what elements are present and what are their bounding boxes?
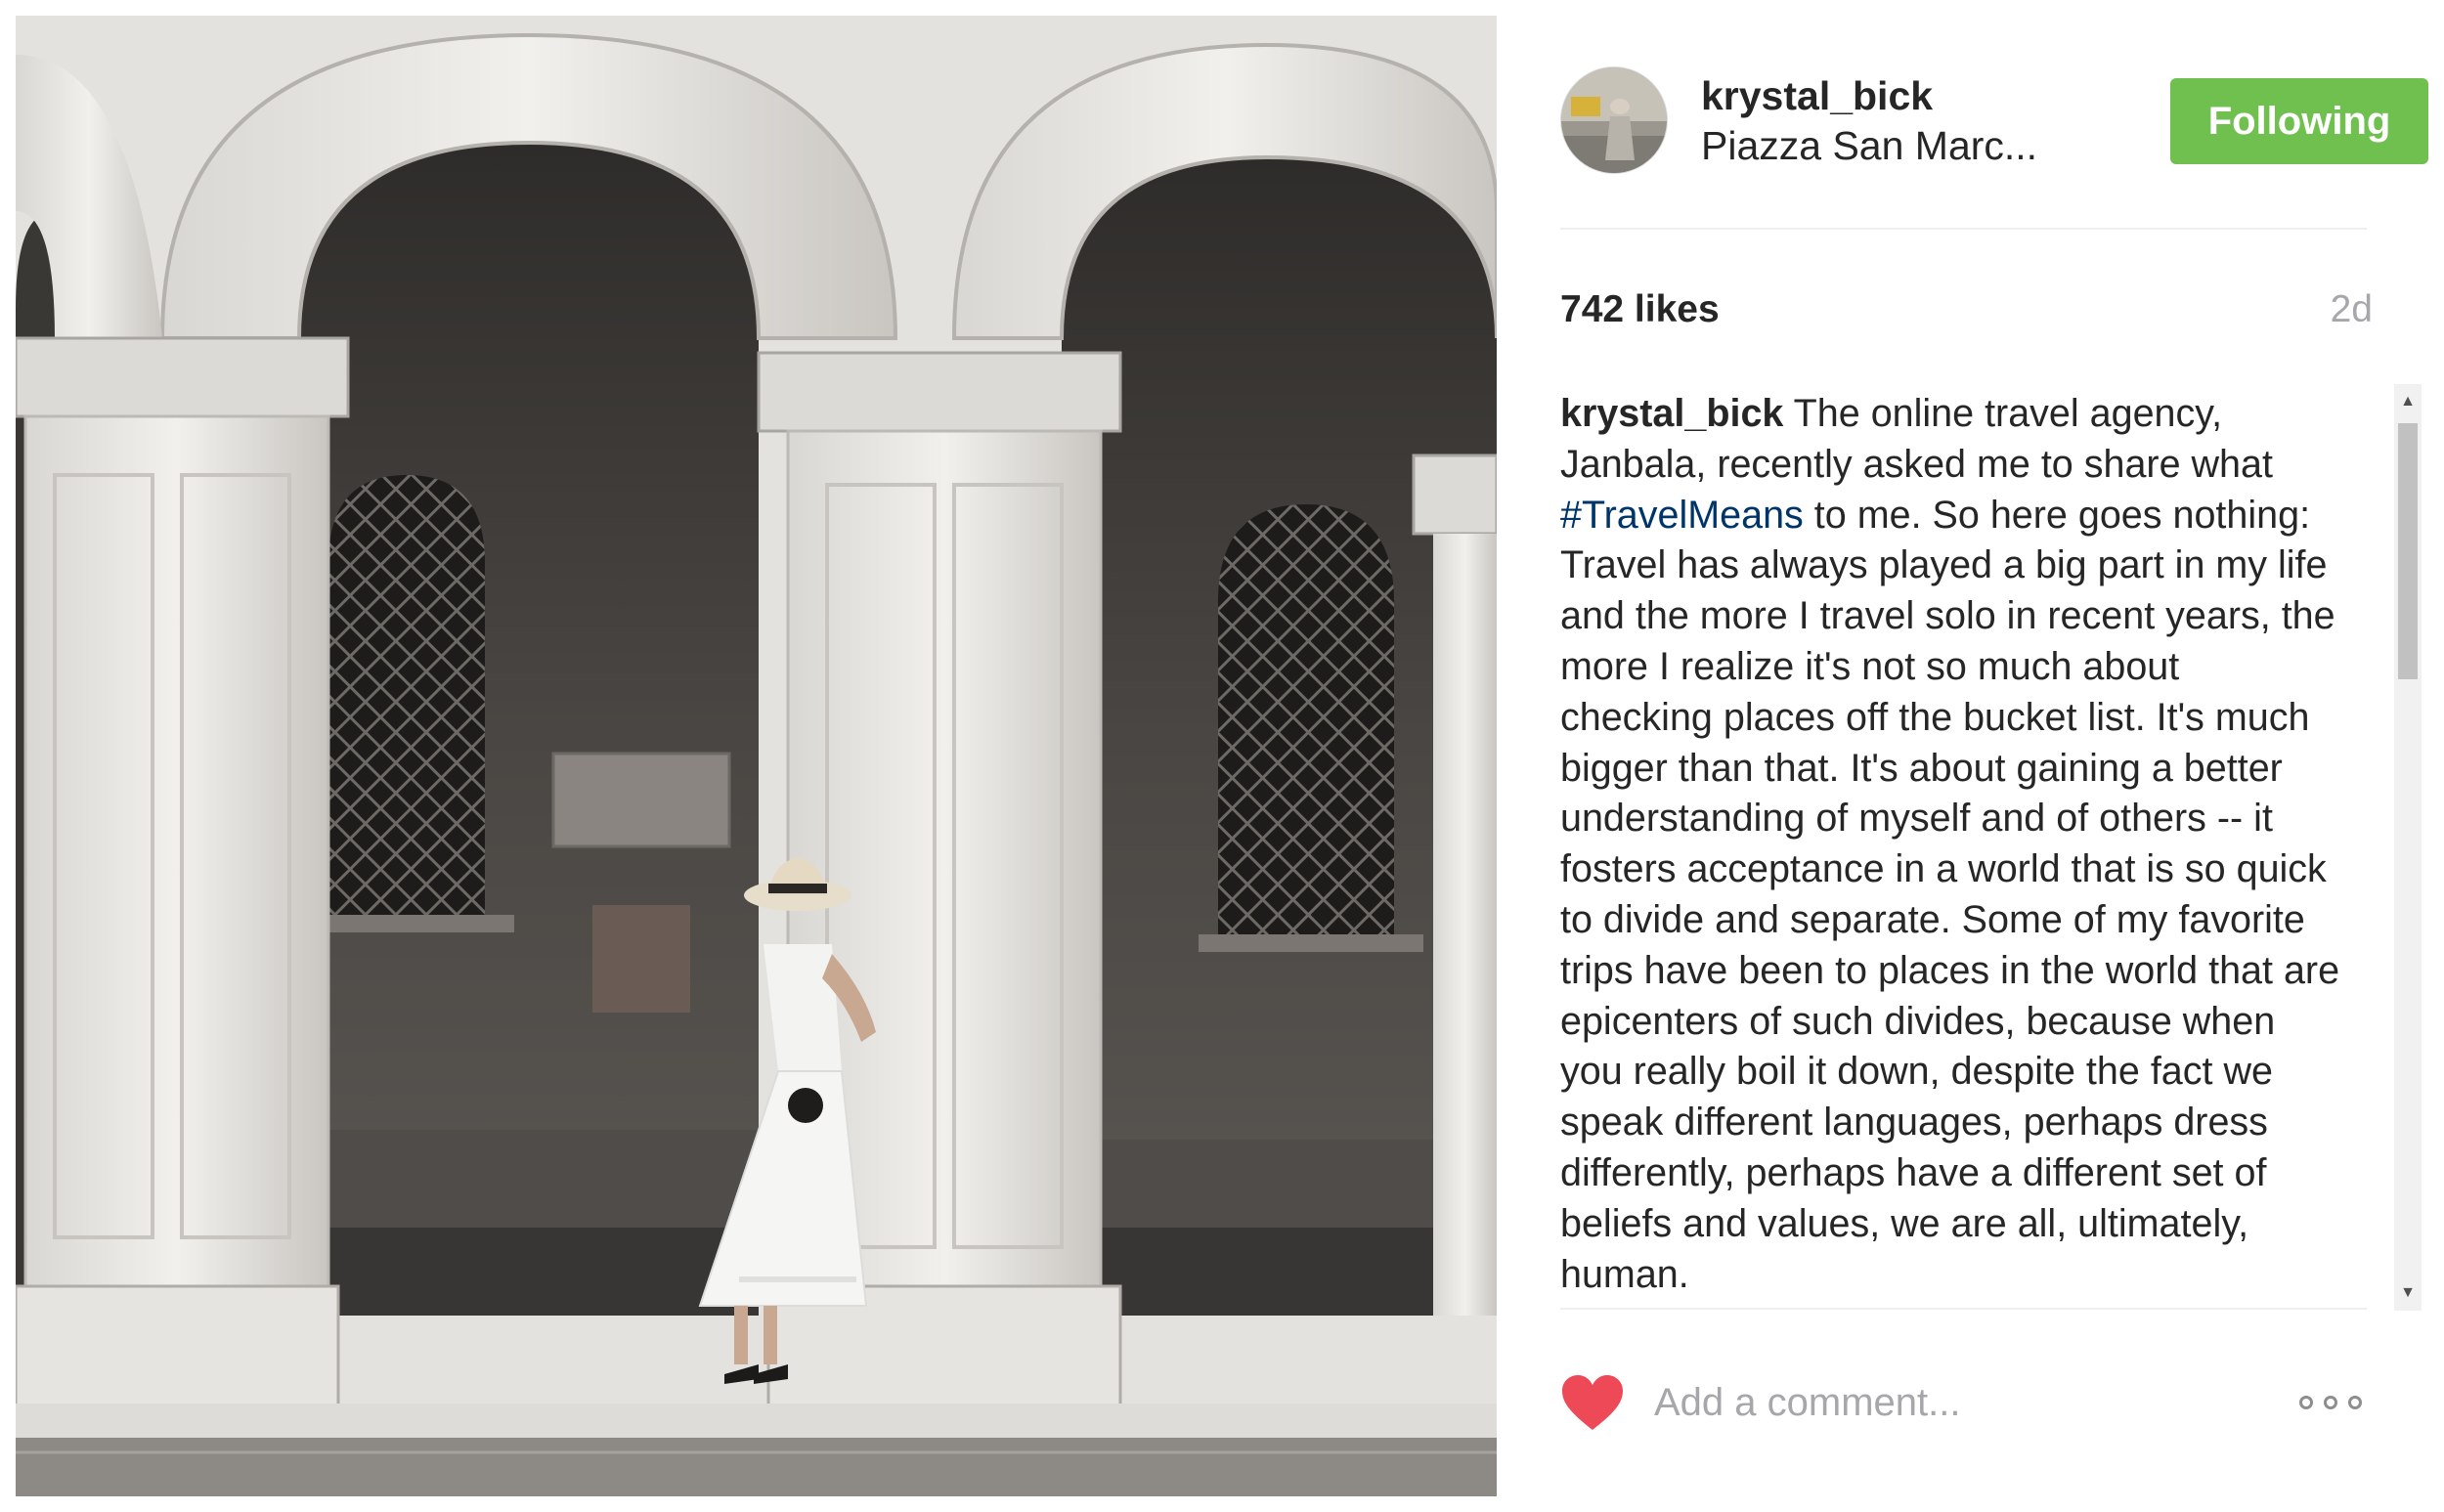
author-username[interactable]: krystal_bick [1701, 70, 2037, 121]
caption-username[interactable]: krystal_bick [1560, 392, 1783, 435]
post-photo[interactable] [16, 16, 1497, 1496]
comment-input[interactable] [1654, 1373, 2241, 1432]
post-image [16, 16, 1497, 1496]
post-header: krystal_bick Piazza San Marc... Followin… [1560, 66, 2428, 174]
heart-icon[interactable] [1560, 1373, 1625, 1432]
post-detail-panel: krystal_bick Piazza San Marc... Followin… [1497, 0, 2444, 1512]
likes-count[interactable]: 742 likes [1560, 288, 1720, 331]
author-info: krystal_bick Piazza San Marc... [1701, 70, 2037, 171]
post-timestamp[interactable]: 2d [2331, 288, 2373, 331]
post-location[interactable]: Piazza San Marc... [1701, 120, 2037, 171]
caption-hashtag[interactable]: #TravelMeans [1560, 494, 1804, 537]
caption-container[interactable]: krystal_bick The online travel agency, J… [1560, 389, 2396, 1306]
caption-text: krystal_bick The online travel agency, J… [1560, 389, 2342, 1300]
caption-scrollbar[interactable]: ▲ ▼ [2394, 384, 2422, 1311]
scroll-down-arrow-icon[interactable]: ▼ [2394, 1279, 2422, 1307]
dot [2324, 1396, 2337, 1409]
scroll-up-arrow-icon[interactable]: ▲ [2394, 388, 2422, 415]
post-actions [1560, 1363, 2362, 1442]
avatar-image [1561, 67, 1667, 173]
header-divider [1560, 228, 2367, 230]
caption-body-end: to me. So here goes nothing: Travel has … [1560, 493, 2340, 1296]
dot [2348, 1396, 2362, 1409]
footer-divider [1560, 1308, 2367, 1310]
more-options-icon[interactable] [2299, 1393, 2362, 1412]
dot [2299, 1396, 2313, 1409]
following-button[interactable]: Following [2170, 78, 2428, 164]
scrollbar-thumb[interactable] [2398, 423, 2418, 679]
avatar[interactable] [1560, 66, 1668, 174]
